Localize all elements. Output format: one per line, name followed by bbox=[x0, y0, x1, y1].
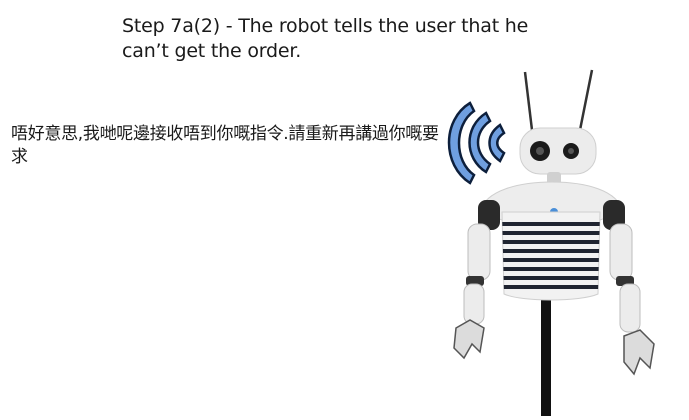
robot-arm-right bbox=[603, 200, 655, 376]
robot-stand-pole bbox=[541, 298, 551, 416]
robot-speech-text: 唔好意思,我哋呢邊接收唔到你嘅指令.請重新再講過你嘅要求 bbox=[11, 124, 439, 167]
robot-illustration bbox=[453, 69, 655, 416]
robot-antenna-right bbox=[578, 69, 594, 131]
robot-antenna-left bbox=[523, 71, 534, 131]
robot-arm-left bbox=[453, 200, 500, 360]
step-title: Step 7a(2) - The robot tells the user th… bbox=[122, 15, 529, 62]
